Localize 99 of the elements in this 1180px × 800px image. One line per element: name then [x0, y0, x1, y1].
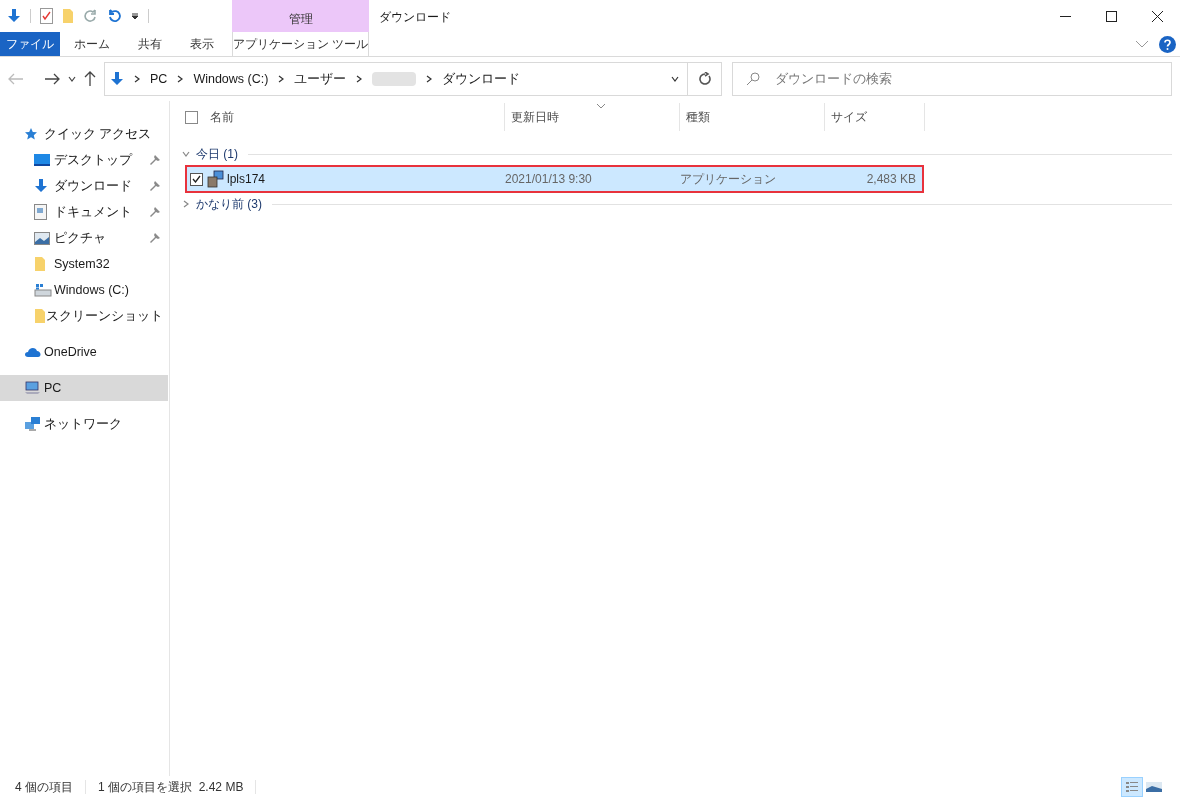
breadcrumb[interactable]: ユーザー [294, 69, 347, 89]
nav-item[interactable]: デスクトップ [0, 147, 168, 173]
nav-label: OneDrive [44, 343, 97, 361]
selection-info: 1 個の項目を選択 2.42 MB [98, 779, 244, 796]
folder-icon [34, 256, 46, 272]
minimize-icon [1059, 15, 1071, 17]
column-header[interactable]: 名前 [180, 103, 505, 131]
group-header[interactable]: 今日 (1) [196, 145, 238, 163]
computer-icon [24, 381, 42, 395]
file-size: 2,483 KB [865, 171, 916, 188]
file-row[interactable]: lpls174 2021/01/13 9:30 アプリケーション 2,483 KB [187, 167, 922, 191]
nav-label: クイック アクセス [44, 125, 152, 143]
search-icon [746, 72, 760, 86]
download-icon[interactable] [7, 9, 21, 23]
breadcrumb-chevron-icon [176, 75, 185, 83]
nav-label: スクリーンショット [46, 307, 163, 325]
select-all-checkbox[interactable] [185, 110, 198, 124]
picture-icon [34, 231, 50, 245]
monitor-icon [34, 153, 50, 167]
context-tab-group: 管理 [232, 0, 369, 32]
item-count: 4 個の項目 [15, 779, 73, 796]
recent-chevron-icon [68, 75, 76, 83]
tiles-view-icon [1146, 781, 1162, 793]
pin-icon [150, 155, 160, 165]
ribbon-tab[interactable]: アプリケーション ツール [232, 32, 369, 56]
search-field[interactable]: ダウンロードの検索 [732, 62, 1172, 96]
ribbon-tab[interactable]: 表示 [176, 32, 228, 56]
download-icon [34, 179, 48, 193]
nav-item[interactable]: ピクチャ [0, 225, 168, 251]
ribbon-tab[interactable]: ホーム [60, 32, 124, 56]
nav-item[interactable]: OneDrive [0, 339, 168, 365]
nav-item[interactable]: ダウンロード [0, 173, 168, 199]
nav-item[interactable]: ドキュメント [0, 199, 168, 225]
nav-label: ダウンロード [54, 177, 132, 195]
nav-label: ピクチャ [54, 229, 106, 247]
breadcrumb-chevron-icon [133, 75, 141, 83]
sort-caret-icon [596, 103, 606, 109]
nav-item[interactable]: クイック アクセス [0, 121, 168, 147]
redo-icon[interactable] [83, 9, 98, 23]
nav-label: ネットワーク [44, 415, 122, 433]
nav-label: PC [44, 379, 62, 397]
application-icon [206, 170, 224, 188]
chevron-down-icon[interactable] [1135, 40, 1149, 48]
breadcrumb[interactable]: Windows (C:) [193, 69, 269, 89]
undo-icon[interactable] [107, 9, 122, 23]
column-label: 種類 [686, 109, 710, 126]
nav-item[interactable]: PC [0, 375, 168, 401]
pin-icon [150, 181, 160, 191]
document-icon [34, 204, 47, 220]
ribbon-tab[interactable]: 共有 [124, 32, 176, 56]
group-header[interactable]: かなり前 (3) [196, 195, 262, 213]
download-icon [110, 72, 124, 86]
folder-icon [34, 308, 46, 324]
breadcrumb-chevron-icon [277, 75, 286, 83]
forward-arrow-icon[interactable] [44, 73, 60, 85]
breadcrumb[interactable]: ダウンロード [442, 69, 521, 89]
history-chevron-icon [671, 75, 679, 83]
maximize-icon [1105, 10, 1117, 22]
cloud-icon [24, 346, 42, 358]
address-bar[interactable]: PC Windows (C:) ユーザー ダウンロード [104, 62, 722, 96]
star-icon [24, 127, 38, 141]
window-title: ダウンロード [378, 9, 451, 26]
nav-item[interactable]: System32 [0, 251, 168, 277]
column-label: サイズ [831, 109, 867, 126]
column-header[interactable]: サイズ [825, 103, 925, 131]
details-view-button[interactable] [1121, 777, 1143, 797]
details-view-icon [1125, 780, 1139, 794]
file-type: アプリケーション [680, 171, 777, 188]
breadcrumb[interactable]: PC [150, 69, 168, 89]
nav-item[interactable]: Windows (C:) [0, 277, 168, 303]
column-label: 更新日時 [511, 109, 559, 126]
breadcrumb-chevron-icon [355, 75, 364, 83]
nav-item[interactable]: ネットワーク [0, 411, 168, 437]
group-chevron-icon [182, 200, 190, 208]
column-label: 名前 [210, 109, 234, 126]
pin-icon [150, 233, 160, 243]
network-icon [24, 416, 42, 432]
modified-date: 2021/01/13 9:30 [505, 171, 593, 188]
checklist-icon[interactable] [40, 8, 53, 24]
file-name: lpls174 [227, 171, 266, 188]
nav-label: System32 [54, 255, 110, 273]
column-header[interactable]: 更新日時 [505, 103, 680, 131]
blurred-segment [372, 72, 417, 86]
nav-label: ドキュメント [54, 203, 132, 221]
column-header[interactable]: 種類 [680, 103, 825, 131]
nav-label: Windows (C:) [54, 281, 129, 299]
refresh-icon [697, 72, 712, 86]
dropdown-icon[interactable] [131, 12, 139, 20]
pin-icon [150, 207, 160, 217]
close-icon [1151, 10, 1163, 22]
help-icon[interactable] [1159, 35, 1176, 53]
group-chevron-icon [182, 150, 190, 158]
drive-icon [34, 283, 52, 297]
row-checkbox[interactable] [190, 172, 203, 186]
up-arrow-icon[interactable] [84, 71, 96, 87]
nav-label: デスクトップ [54, 151, 132, 169]
file-tab[interactable]: ファイル [0, 32, 60, 56]
breadcrumb-chevron-icon [425, 75, 434, 83]
nav-item[interactable]: スクリーンショット [0, 303, 168, 329]
